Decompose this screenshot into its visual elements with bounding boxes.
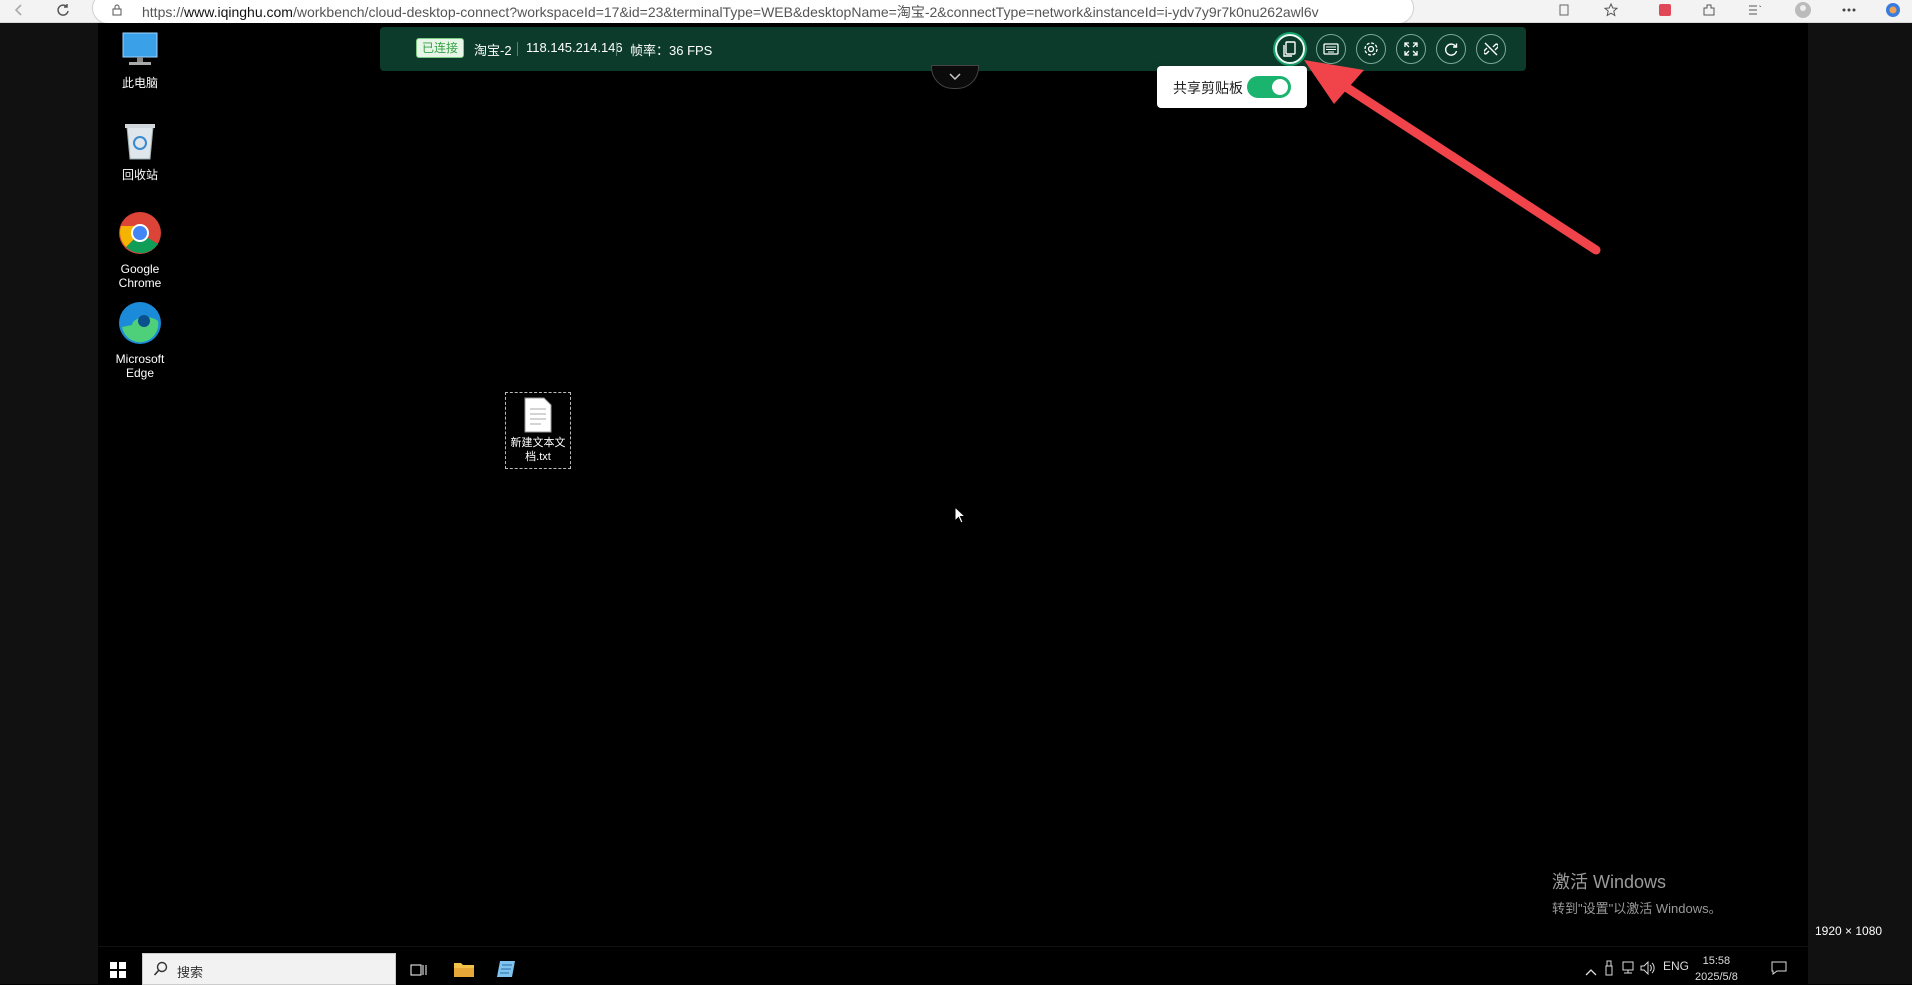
favorites-icon[interactable]: [1746, 2, 1764, 18]
notification-icon[interactable]: [1771, 961, 1787, 980]
connection-status-badge: 已连接: [416, 38, 465, 58]
toggle-knob: [1272, 79, 1288, 95]
chrome-icon: [100, 211, 180, 258]
file-explorer-icon[interactable]: [453, 960, 475, 983]
desktop-icon-microsoft-edge[interactable]: Microsoft Edge: [100, 301, 180, 380]
mouse-cursor-icon: [954, 505, 967, 529]
right-margin: [1808, 23, 1912, 984]
input-language[interactable]: ENG: [1663, 959, 1689, 973]
taskbar-clock[interactable]: 15:58 2025/5/8: [1695, 953, 1738, 985]
divider: [616, 42, 617, 56]
clock-time: 15:58: [1702, 955, 1731, 967]
favorite-star-icon[interactable]: [1602, 2, 1620, 18]
desktop-file-txt[interactable]: 新建文本文档.txt: [505, 392, 571, 469]
fps-readout: 帧率：36 FPS: [630, 43, 713, 58]
windows-taskbar: 搜索 ENG 15:58 2025/5/8: [98, 946, 1808, 985]
volume-icon[interactable]: [1640, 960, 1656, 980]
copilot-icon[interactable]: [1884, 2, 1902, 18]
file-label: 新建文本文档.txt: [510, 437, 566, 463]
browser-toolbar: https://www.iqinghu.com/workbench/cloud-…: [0, 0, 1912, 24]
search-placeholder: 搜索: [177, 965, 204, 980]
divider: [517, 42, 518, 56]
computer-icon: [100, 31, 180, 72]
desktop-icon-label: 回收站: [121, 168, 158, 182]
edge-icon: [100, 301, 180, 348]
usb-icon[interactable]: [1604, 960, 1614, 981]
reading-mode-icon[interactable]: [1556, 2, 1572, 18]
ip-address: 118.145.214.146: [526, 40, 623, 55]
windows-activation-watermark: 激活 Windows 转到"设置"以激活 Windows。: [1552, 868, 1722, 917]
desktop-icon-label: 此电脑: [121, 76, 158, 90]
search-icon: [153, 961, 169, 982]
share-clipboard-label: 共享剪贴板: [1173, 80, 1243, 96]
more-menu-icon[interactable]: [1840, 2, 1858, 18]
desktop-icon-label: Google Chrome: [118, 262, 162, 290]
tray-chevron-up-icon[interactable]: [1585, 963, 1597, 981]
resolution-label: 1920 × 1080: [1815, 924, 1883, 938]
desktop-name: 淘宝-2: [474, 43, 512, 58]
lock-icon: [111, 2, 123, 18]
watermark-title: 激活 Windows: [1552, 872, 1667, 892]
left-margin: [0, 23, 98, 984]
extensions-puzzle-icon[interactable]: [1700, 2, 1718, 18]
back-icon[interactable]: [10, 2, 28, 18]
profile-avatar-icon[interactable]: [1794, 2, 1812, 18]
url-text[interactable]: https://www.iqinghu.com/workbench/cloud-…: [142, 2, 1319, 22]
red-arrow-annotation: [1304, 60, 1601, 255]
reload-icon[interactable]: [54, 2, 72, 18]
share-clipboard-toggle[interactable]: [1247, 76, 1291, 98]
desktop-icon-google-chrome[interactable]: Google Chrome: [100, 211, 180, 290]
task-view-icon[interactable]: [410, 961, 428, 984]
text-file-icon: [506, 397, 570, 436]
notepad-app-icon[interactable]: [496, 960, 516, 983]
chevron-down-icon: [949, 73, 961, 81]
network-icon[interactable]: [1620, 961, 1636, 980]
url-path: /workbench/cloud-desktop-connect?workspa…: [292, 4, 1319, 20]
windows-start-icon[interactable]: [110, 962, 126, 983]
clipboard-share-popover: 共享剪贴板: [1157, 66, 1307, 108]
url-host: www.iqinghu.com: [184, 4, 293, 20]
desktop-icon-label: Microsoft Edge: [115, 352, 165, 380]
desktop-icon-recycle-bin[interactable]: 回收站: [100, 121, 180, 182]
desktop-icon-this-pc[interactable]: 此电脑: [100, 31, 180, 90]
recycle-bin-icon: [100, 121, 180, 164]
watermark-subtitle: 转到"设置"以激活 Windows。: [1552, 901, 1722, 916]
taskbar-search-input[interactable]: 搜索: [142, 953, 396, 985]
clock-date: 2025/5/8: [1695, 971, 1738, 983]
url-prefix: https://: [142, 4, 185, 20]
extension-red-icon[interactable]: [1656, 2, 1674, 18]
